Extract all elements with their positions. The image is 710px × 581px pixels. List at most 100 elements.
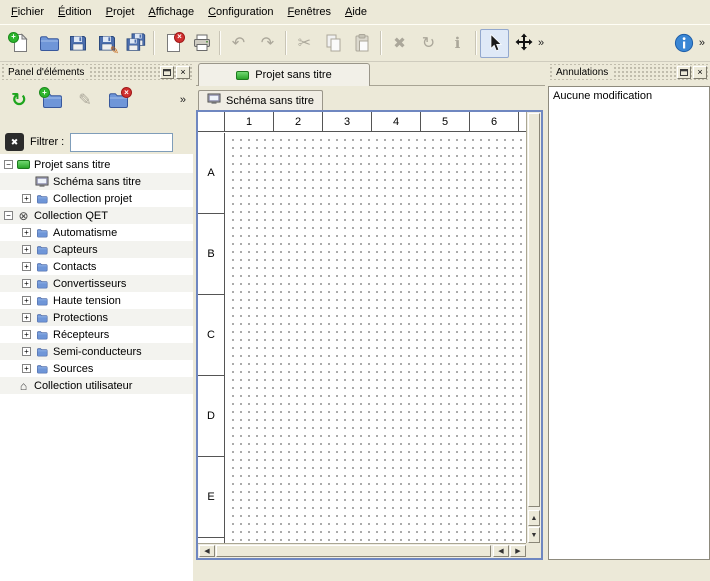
plus-icon: + <box>8 32 19 43</box>
new-document-button[interactable]: + <box>5 29 34 58</box>
diagram-canvas[interactable] <box>226 133 526 543</box>
float-panel-button[interactable] <box>160 66 174 79</box>
menu-configuration[interactable]: Configuration <box>201 3 280 21</box>
tree-item-collection-projet[interactable]: + Collection projet <box>0 190 193 207</box>
vertical-scrollbar-thumb[interactable] <box>528 113 540 507</box>
save-button[interactable] <box>63 29 92 58</box>
open-document-button[interactable] <box>34 29 63 58</box>
scroll-left-button-2[interactable]: ◀ <box>493 545 509 557</box>
tree-item-sources[interactable]: + Sources <box>0 360 193 377</box>
tree-item-haute-tension[interactable]: + Haute tension <box>0 292 193 309</box>
menu-fichier[interactable]: Fichier <box>4 3 51 21</box>
float-panel-button[interactable] <box>677 66 691 79</box>
tree-item-label: Semi-conducteurs <box>53 346 142 358</box>
vertical-scrollbar[interactable]: ▲ ▼ <box>526 112 541 543</box>
menu-affichage[interactable]: Affichage <box>141 3 201 21</box>
tree-item-label: Contacts <box>53 261 96 273</box>
reload-collections-button[interactable]: ↻ <box>4 85 34 115</box>
home-icon: ⌂ <box>17 379 30 393</box>
expand-icon[interactable]: + <box>22 330 31 339</box>
scroll-down-button[interactable]: ▼ <box>528 527 540 543</box>
tree-item-label: Collection projet <box>53 193 132 205</box>
delete-button[interactable]: ✖ <box>385 29 414 58</box>
tree-item-schema-sans-titre[interactable]: Schéma sans titre <box>0 173 193 190</box>
expand-icon[interactable]: + <box>22 262 31 271</box>
scroll-right-button[interactable]: ▶ <box>510 545 526 557</box>
undo-history-list[interactable]: Aucune modification <box>548 86 710 560</box>
panel-overflow-chevron[interactable]: » <box>180 94 189 106</box>
save-all-button[interactable] <box>121 29 150 58</box>
delete-element-button[interactable]: × <box>103 85 133 115</box>
scroll-up-button[interactable]: ▲ <box>528 510 540 526</box>
expand-icon[interactable]: + <box>22 296 31 305</box>
info-button[interactable]: ℹ <box>443 29 472 58</box>
save-as-button[interactable]: ✎ <box>92 29 121 58</box>
expand-icon[interactable]: + <box>22 245 31 254</box>
tree-item-convertisseurs[interactable]: + Convertisseurs <box>0 275 193 292</box>
tree-item-protections[interactable]: + Protections <box>0 309 193 326</box>
expand-icon[interactable]: + <box>22 194 31 203</box>
menu-aide[interactable]: Aide <box>338 3 374 21</box>
arrow-right-icon: ▶ <box>515 547 520 555</box>
about-button[interactable] <box>670 29 699 58</box>
close-panel-button[interactable]: × <box>176 66 190 79</box>
menu-fenetres[interactable]: Fenêtres <box>281 3 338 21</box>
elements-panel-header[interactable]: Panel d'éléments × <box>0 64 193 80</box>
column-label: 6 <box>470 112 519 131</box>
expand-icon[interactable]: + <box>22 347 31 356</box>
tab-projet-sans-titre[interactable]: Projet sans titre <box>198 63 370 86</box>
clear-filter-button[interactable]: ✖ <box>5 133 24 151</box>
expand-icon[interactable]: + <box>22 228 31 237</box>
tree-item-collection-utilisateur[interactable]: ⌂ Collection utilisateur <box>0 377 193 394</box>
project-tabbar: Projet sans titre <box>196 62 545 86</box>
copy-button[interactable] <box>319 29 348 58</box>
tree-item-automatisme[interactable]: + Automatisme <box>0 224 193 241</box>
cut-button[interactable]: ✂ <box>290 29 319 58</box>
pencil-icon: ✎ <box>109 46 120 57</box>
tree-item-label: Schéma sans titre <box>53 176 141 188</box>
undo-button[interactable]: ↶ <box>224 29 253 58</box>
scheme-tab-label: Schéma sans titre <box>226 95 314 107</box>
close-badge-icon: × <box>174 32 185 43</box>
tree-item-collection-qet[interactable]: − ⊗ Collection QET <box>0 207 193 224</box>
close-file-button[interactable]: × <box>158 29 187 58</box>
expand-icon[interactable]: + <box>22 279 31 288</box>
row-label: D <box>198 376 224 457</box>
print-button[interactable] <box>187 29 216 58</box>
folder-icon <box>35 312 49 324</box>
expand-icon[interactable]: + <box>22 313 31 322</box>
new-element-button[interactable]: + <box>37 85 67 115</box>
rotate-button[interactable]: ↻ <box>414 29 443 58</box>
toolbar-overflow-chevron[interactable]: » <box>538 37 544 49</box>
row-label: E <box>198 457 224 538</box>
toolbar-separator <box>153 31 155 55</box>
tree-item-contacts[interactable]: + Contacts <box>0 258 193 275</box>
help-toolbar-overflow-chevron[interactable]: » <box>699 37 705 49</box>
column-label: 1 <box>225 112 274 131</box>
close-panel-button[interactable]: × <box>693 66 707 79</box>
scheme-tabbar: Schéma sans titre <box>196 86 545 110</box>
delete-icon: ✖ <box>393 36 406 51</box>
tab-schema-sans-titre[interactable]: Schéma sans titre <box>198 90 323 110</box>
collapse-icon[interactable]: − <box>4 211 13 220</box>
horizontal-scrollbar-thumb[interactable] <box>216 545 491 557</box>
tree-item-semi-conducteurs[interactable]: + Semi-conducteurs <box>0 343 193 360</box>
scrollbar-corner <box>526 543 541 558</box>
menu-edition[interactable]: Édition <box>51 3 99 21</box>
select-tool-button[interactable] <box>480 29 509 58</box>
edit-element-button[interactable]: ✎ <box>70 85 100 115</box>
redo-button[interactable]: ↷ <box>253 29 282 58</box>
paste-button[interactable] <box>348 29 377 58</box>
undo-panel-header[interactable]: Annulations × <box>548 64 710 80</box>
tree-item-recepteurs[interactable]: + Récepteurs <box>0 326 193 343</box>
close-icon: × <box>180 68 185 77</box>
tree-item-capteurs[interactable]: + Capteurs <box>0 241 193 258</box>
expand-icon[interactable]: + <box>22 364 31 373</box>
move-tool-button[interactable] <box>509 29 538 58</box>
collapse-icon[interactable]: − <box>4 160 13 169</box>
filter-input[interactable] <box>70 133 173 152</box>
horizontal-scrollbar[interactable]: ◀ ◀ ▶ <box>198 543 526 558</box>
scroll-left-button[interactable]: ◀ <box>199 545 215 557</box>
menu-projet[interactable]: Projet <box>99 3 142 21</box>
tree-item-projet-sans-titre[interactable]: − Projet sans titre <box>0 156 193 173</box>
